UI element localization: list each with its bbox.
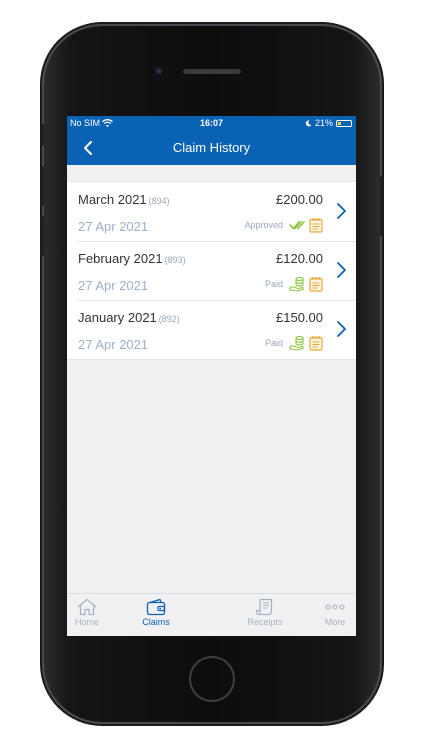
claims-list: March 2021 (894) 27 Apr 2021 £200.00 Appr… — [67, 181, 356, 360]
claim-status-label: Paid — [264, 338, 283, 348]
claim-month-label: February 2021 — [78, 251, 163, 266]
claim-row[interactable]: March 2021 (894) 27 Apr 2021 £200.00 Appr… — [67, 182, 356, 241]
claim-month-label: January 2021 — [78, 310, 157, 325]
chevron-right-icon[interactable] — [334, 260, 348, 280]
app-screen: No SIM 16:07 21% Claim History March 202… — [67, 116, 356, 636]
claim-status: Paid — [265, 276, 323, 292]
claim-amount: £150.00 — [276, 310, 323, 325]
volume-up-button — [41, 166, 44, 206]
claim-number: (893) — [164, 255, 186, 265]
notepad-icon — [309, 218, 323, 233]
volume-down-button — [41, 216, 44, 256]
more-dots-icon — [325, 604, 345, 610]
status-right: 21% — [305, 118, 352, 128]
tab-bar: Home Claims Receipts More — [67, 593, 356, 636]
claim-date: 27 Apr 2021 — [78, 278, 149, 293]
claim-row[interactable]: January 2021 (892) 27 Apr 2021 £150.00 Pa… — [67, 300, 356, 359]
notepad-icon — [309, 336, 323, 351]
claim-month: January 2021 (892) — [78, 310, 180, 325]
battery-icon — [336, 119, 352, 127]
receipt-icon — [255, 598, 273, 616]
claim-number: (892) — [158, 314, 180, 324]
double-check-icon — [289, 220, 305, 230]
battery-fill — [338, 121, 341, 125]
coins-hand-icon — [289, 335, 304, 351]
battery-percent: 21% — [314, 118, 333, 128]
status-bar: No SIM 16:07 21% — [67, 116, 356, 131]
chevron-right-icon[interactable] — [334, 201, 348, 221]
nav-bar: Claim History — [67, 131, 356, 165]
tab-claims-label: Claims — [142, 617, 170, 627]
home-icon — [77, 598, 97, 616]
tab-claims[interactable]: Claims — [131, 598, 181, 627]
claim-number: (894) — [148, 196, 170, 206]
mute-switch — [41, 124, 44, 146]
tab-more[interactable]: More — [310, 598, 356, 627]
notepad-icon — [309, 277, 323, 292]
claim-amount: £200.00 — [276, 192, 323, 207]
claim-row[interactable]: February 2021 (893) 27 Apr 2021 £120.00 P… — [67, 241, 356, 300]
claim-status: Approved — [244, 217, 323, 233]
claim-date: 27 Apr 2021 — [78, 337, 149, 352]
claim-status-label: Paid — [264, 279, 283, 289]
claim-date: 27 Apr 2021 — [78, 219, 149, 234]
claim-status: Paid — [265, 335, 323, 351]
tab-home-label: Home — [74, 617, 99, 627]
claim-month: March 2021 (894) — [78, 192, 170, 207]
tab-home[interactable]: Home — [67, 598, 112, 627]
claim-amount: £120.00 — [276, 251, 323, 266]
wallet-icon — [146, 598, 166, 616]
front-camera — [155, 67, 163, 75]
earpiece-speaker — [183, 69, 241, 74]
power-button — [380, 176, 383, 236]
chevron-right-icon[interactable] — [334, 319, 348, 339]
moon-icon — [305, 119, 312, 126]
tab-more-label: More — [324, 617, 346, 627]
page-title: Claim History — [172, 140, 251, 155]
claim-month-label: March 2021 — [78, 192, 147, 207]
tab-receipts-label: Receipts — [247, 617, 283, 627]
claim-month: February 2021 (893) — [78, 251, 186, 266]
claim-status-label: Approved — [244, 220, 283, 230]
tab-receipts[interactable]: Receipts — [240, 598, 290, 627]
coins-hand-icon — [289, 276, 304, 292]
home-button[interactable] — [189, 656, 235, 702]
